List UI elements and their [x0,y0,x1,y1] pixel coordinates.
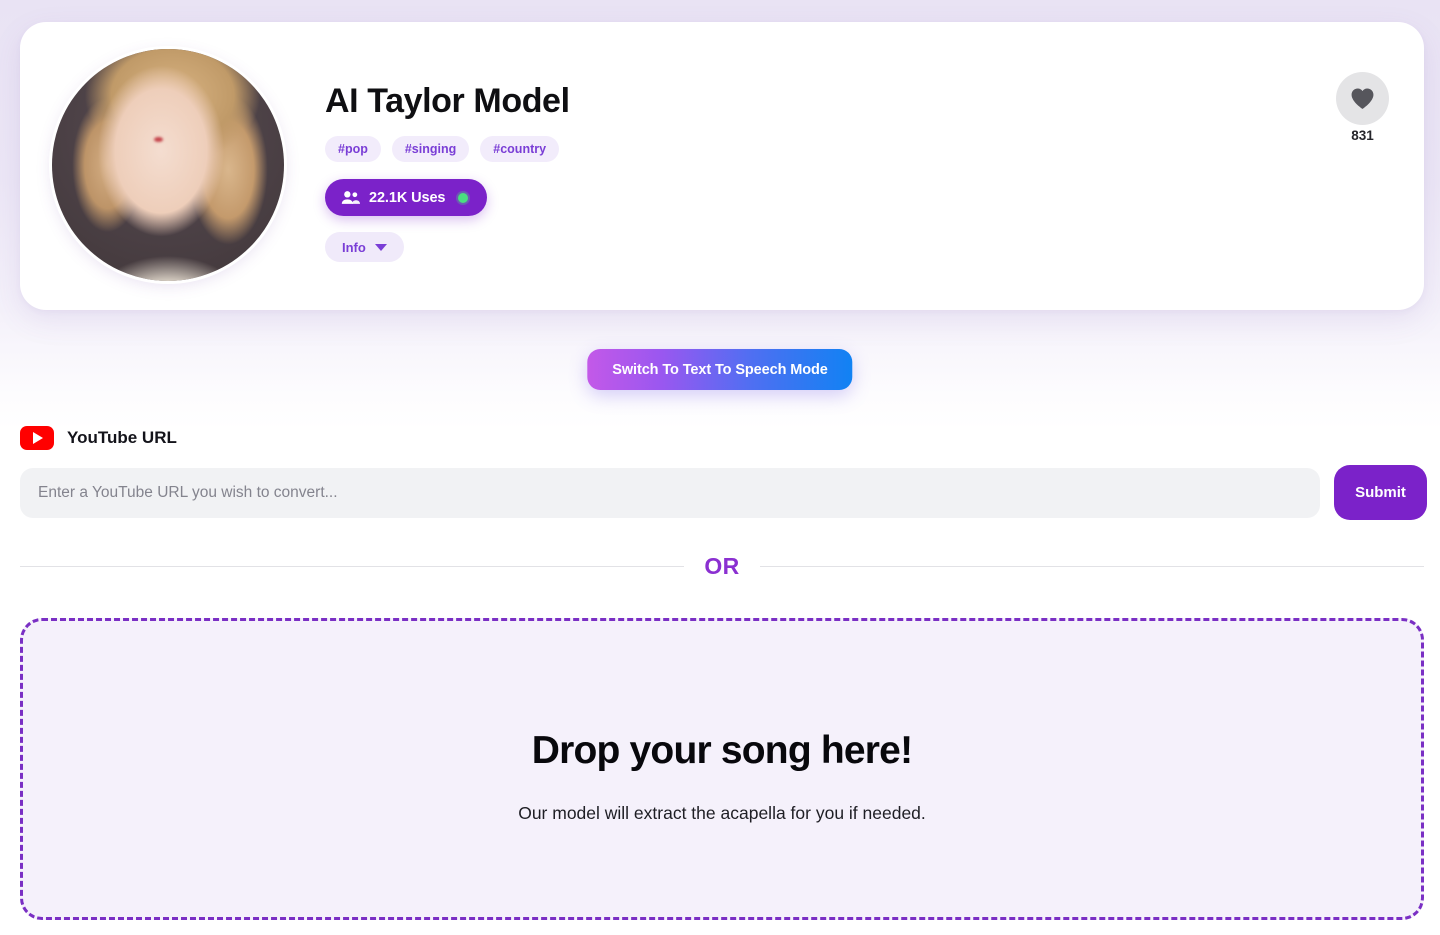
status-dot [458,192,469,203]
chevron-down-icon [374,243,387,251]
tag-item[interactable]: #pop [325,136,381,162]
dropzone-subtitle: Our model will extract the acapella for … [518,802,926,823]
youtube-url-label-row: YouTube URL [20,426,177,450]
info-dropdown[interactable]: Info [325,232,404,262]
info-label: Info [342,239,366,255]
youtube-icon [20,426,54,450]
divider-line-right [759,566,1424,567]
like-button[interactable] [1336,72,1389,125]
dropzone-title: Drop your song here! [531,728,913,772]
youtube-url-input[interactable] [20,468,1320,518]
profile-card: AI Taylor Model #pop #singing #country 2… [20,22,1424,310]
play-triangle-icon [33,432,43,444]
avatar-image [52,49,284,281]
switch-mode-button[interactable]: Switch To Text To Speech Mode [587,349,853,390]
like-control: 831 [1336,72,1389,143]
avatar[interactable] [52,49,284,281]
page-root: AI Taylor Model #pop #singing #country 2… [0,0,1440,935]
file-dropzone[interactable]: Drop your song here! Our model will extr… [20,618,1424,920]
uses-label: 22.1K Uses [369,189,446,206]
people-icon [341,191,360,204]
like-count: 831 [1351,128,1374,143]
page-title: AI Taylor Model [325,82,570,120]
divider-label: OR [704,553,740,579]
tag-item[interactable]: #singing [391,136,470,162]
divider-line-left [20,566,685,567]
submit-button[interactable]: Submit [1334,465,1427,520]
youtube-url-label: YouTube URL [67,428,177,447]
heart-icon [1351,88,1374,109]
uses-badge[interactable]: 22.1K Uses [325,179,488,216]
or-divider: OR [20,553,1424,580]
tag-item[interactable]: #country [480,136,560,162]
tag-list: #pop #singing #country [325,136,560,162]
